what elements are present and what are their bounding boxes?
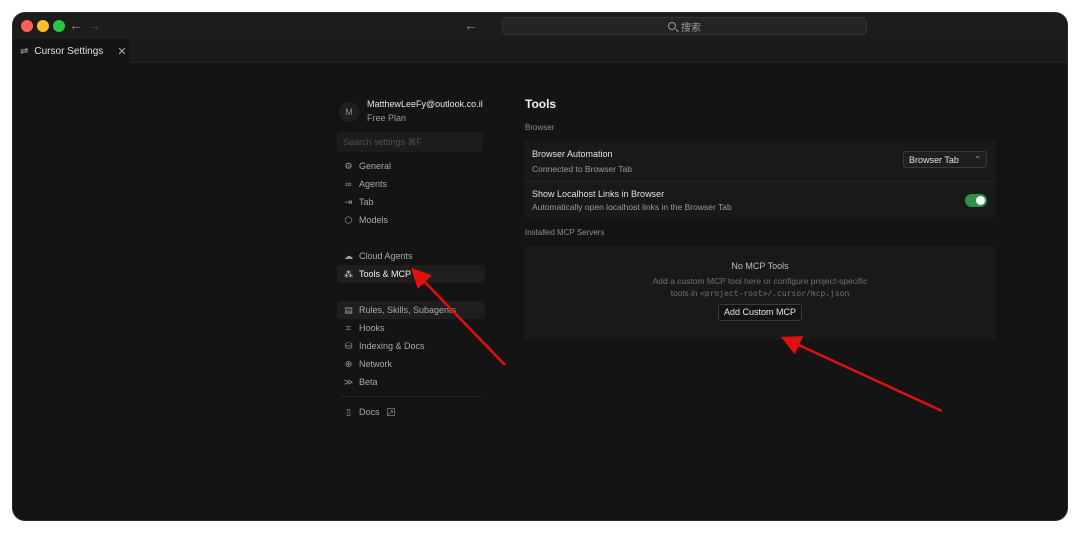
back-arrow-icon[interactable]: ← <box>69 17 83 33</box>
sidebar-item-indexing[interactable]: ⛁ Indexing & Docs <box>337 337 485 355</box>
forward-arrow-icon[interactable]: → <box>87 17 101 33</box>
section-label-mcp: Installed MCP Servers <box>525 228 605 237</box>
localhost-links-subtitle: Automatically open localhost links in th… <box>532 202 732 212</box>
sidebar-item-label: Indexing & Docs <box>359 341 425 351</box>
search-bar-label: 搜索 <box>681 22 701 34</box>
sidebar-item-label: Cloud Agents <box>359 251 413 261</box>
mcp-empty-title: No MCP Tools <box>731 261 789 271</box>
tab-cursor-settings[interactable]: ⇌ Cursor Settings ✕ <box>13 39 129 63</box>
browser-mode-select[interactable]: Browser Tab ⌃ <box>903 151 987 168</box>
book-icon: ▯ <box>346 406 351 417</box>
sidebar-item-network[interactable]: ⊕ Network <box>337 355 485 373</box>
tab-bar: ⇌ Cursor Settings ✕ <box>13 39 1067 63</box>
sidebar-item-general[interactable]: ⚙ General <box>337 157 485 175</box>
settings-sliders-icon: ⇌ <box>20 45 29 57</box>
sidebar-item-hooks[interactable]: ⌗ Hooks <box>337 319 485 337</box>
external-link-icon: ↗ <box>386 407 395 417</box>
cube-icon: ⬡ <box>344 214 353 225</box>
account-email: MatthewLeeFy@outlook.co.il <box>367 99 483 109</box>
sidebar-item-label: Tab <box>359 197 374 207</box>
chevron-up-down-icon: ⌃ <box>974 155 981 164</box>
command-search-bar[interactable]: 搜索 <box>502 17 867 35</box>
sidebar-item-label: Network <box>359 359 393 369</box>
localhost-links-title: Show Localhost Links in Browser <box>532 189 665 199</box>
back-arrow-icon[interactable]: ← <box>464 17 478 33</box>
browser-settings-card: Browser Automation Connected to Browser … <box>524 140 996 219</box>
localhost-links-toggle[interactable] <box>965 194 987 207</box>
sidebar-divider <box>341 396 481 397</box>
section-label-browser: Browser <box>525 123 555 132</box>
database-icon: ⛁ <box>344 340 353 351</box>
account-plan: Free Plan <box>367 113 407 123</box>
nav-group-core: ⚙ General ∞ Agents ⇥ Tab ⬡ Models <box>337 157 485 229</box>
settings-sidebar: M MatthewLeeFy@outlook.co.il Free Plan ⚙… <box>337 95 485 421</box>
mcp-desc-line1: Add a custom MCP tool here or configure … <box>652 276 868 286</box>
sidebar-item-label: Beta <box>359 377 378 387</box>
avatar: M <box>339 102 359 122</box>
hooks-icon: ⌗ <box>345 322 352 333</box>
globe-icon: ⊕ <box>344 358 353 369</box>
tab-label: Cursor Settings <box>34 45 104 57</box>
tools-icon: ⁂ <box>344 268 353 279</box>
sidebar-item-tab[interactable]: ⇥ Tab <box>337 193 485 211</box>
zoom-window-button[interactable] <box>53 20 65 32</box>
sidebar-item-label: General <box>359 161 392 171</box>
cloud-icon: ☁ <box>344 250 353 261</box>
infinity-icon: ∞ <box>345 179 352 189</box>
close-icon[interactable]: ✕ <box>117 45 126 58</box>
close-window-button[interactable] <box>21 20 33 32</box>
sidebar-item-docs[interactable]: ▯ Docs ↗ <box>337 403 485 421</box>
app-window: ← → ← 搜索 ⇌ Cursor Settings ✕ M MatthewLe… <box>13 13 1067 520</box>
mcp-empty-state: No MCP Tools Add a custom MCP tool here … <box>524 246 996 340</box>
sidebar-item-label: Tools & MCP <box>359 269 412 279</box>
sidebar-item-agents[interactable]: ∞ Agents <box>337 175 485 193</box>
sidebar-item-rules[interactable]: ▤ Rules, Skills, Subagents <box>337 301 485 319</box>
sidebar-item-cloud-agents[interactable]: ☁ Cloud Agents <box>337 247 485 265</box>
mcp-desc-line2-prefix: tools in <box>670 288 700 298</box>
page-title: Tools <box>525 97 557 111</box>
account-info: M MatthewLeeFy@outlook.co.il Free Plan <box>337 95 485 129</box>
sidebar-item-beta[interactable]: ≫ Beta <box>337 373 485 391</box>
sidebar-item-models[interactable]: ⬡ Models <box>337 211 485 229</box>
title-bar: ← → ← 搜索 <box>13 13 1067 39</box>
nav-group-agents: ☁ Cloud Agents ⁂ Tools & MCP <box>337 247 485 283</box>
sidebar-item-label: Agents <box>359 179 388 189</box>
search-settings-input[interactable] <box>337 132 483 152</box>
add-custom-mcp-button[interactable]: Add Custom MCP <box>717 304 803 321</box>
search-icon <box>668 22 676 30</box>
sidebar-item-label: Hooks <box>359 323 385 333</box>
document-icon: ▤ <box>344 304 353 315</box>
tab-arrow-icon: ⇥ <box>344 196 353 207</box>
beta-icon: ≫ <box>343 376 354 387</box>
sidebar-item-label: Models <box>359 215 389 225</box>
sidebar-item-tools-mcp[interactable]: ⁂ Tools & MCP <box>337 265 485 283</box>
browser-mode-value: Browser Tab <box>909 154 959 165</box>
localhost-links-row: Show Localhost Links in Browser Automati… <box>524 181 996 219</box>
gear-icon: ⚙ <box>344 160 353 171</box>
sidebar-item-label: Rules, Skills, Subagents <box>359 305 457 315</box>
nav-group-advanced: ▤ Rules, Skills, Subagents ⌗ Hooks ⛁ Indexi… <box>337 301 485 391</box>
settings-main-panel: Tools Browser Browser Automation Connect… <box>524 97 996 340</box>
sidebar-item-label: Docs <box>359 407 380 417</box>
browser-automation-row: Browser Automation Connected to Browser … <box>524 140 996 181</box>
mcp-config-path: <project-root>/.cursor/mcp.json <box>699 289 850 298</box>
minimize-window-button[interactable] <box>37 20 49 32</box>
mcp-empty-description: Add a custom MCP tool here or configure … <box>524 275 996 300</box>
